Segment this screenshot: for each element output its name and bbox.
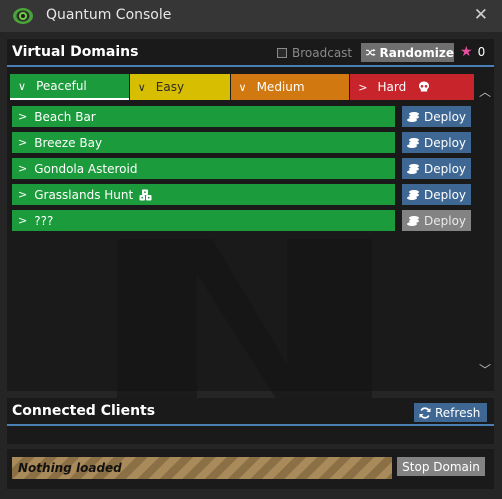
list-item: > Gondola Asteroid Deploy: [12, 158, 474, 179]
domain-name-label: Gondola Asteroid: [34, 161, 138, 176]
list-item: > Grasslands Hunt Deploy: [12, 184, 474, 205]
close-icon[interactable]: ✕: [474, 5, 488, 25]
domain-status-bar: Nothing loaded Stop Domain: [7, 449, 494, 489]
chevron-right-icon: >: [18, 188, 28, 201]
scroll-up-icon[interactable]: ︿: [478, 83, 492, 99]
coins-icon: [407, 137, 419, 148]
coins-icon: [407, 215, 419, 226]
domain-name-label: Beach Bar: [34, 109, 96, 124]
chevron-right-icon: >: [18, 110, 28, 123]
broadcast-label: Broadcast: [292, 46, 353, 60]
chevron-right-icon: >: [358, 80, 368, 94]
chevron-right-icon: >: [18, 136, 28, 149]
dice-icon: [139, 189, 152, 200]
domain-grasslands-hunt[interactable]: > Grasslands Hunt: [12, 184, 395, 205]
deploy-label: Deploy: [424, 213, 467, 228]
virtual-domains-section: Virtual Domains Broadcast Randomize ★ 0 …: [7, 39, 494, 424]
stop-domain-label: Stop Domain: [402, 459, 480, 474]
tab-hard[interactable]: > Hard: [350, 74, 474, 100]
stars-counter: ★ 0: [460, 44, 485, 60]
window-title: Quantum Console: [46, 7, 172, 23]
domain-unknown[interactable]: > ???: [12, 210, 395, 231]
broadcast-checkbox[interactable]: Broadcast: [277, 46, 352, 60]
eye-icon: [13, 8, 33, 24]
domain-name-label: Breeze Bay: [34, 135, 103, 150]
tab-medium-label: Medium: [256, 80, 305, 94]
list-item: > Beach Bar Deploy: [12, 106, 474, 127]
deploy-button[interactable]: Deploy: [402, 184, 471, 205]
deploy-button[interactable]: Deploy: [402, 106, 471, 127]
chevron-right-icon: >: [18, 214, 28, 227]
deploy-button[interactable]: Deploy: [402, 132, 471, 153]
chevron-down-icon: ∨: [238, 80, 247, 94]
chevron-down-icon: ∨: [137, 80, 146, 94]
domain-name-label: Grasslands Hunt: [34, 187, 134, 202]
tab-medium[interactable]: ∨ Medium: [230, 74, 350, 100]
connected-clients-header: Connected Clients Refresh: [7, 398, 494, 426]
domain-list: > Beach Bar Deploy > Breeze Bay Deploy >…: [12, 106, 474, 236]
tab-easy[interactable]: ∨ Easy: [129, 74, 230, 100]
deploy-button[interactable]: Deploy: [402, 158, 471, 179]
domain-breeze-bay[interactable]: > Breeze Bay: [12, 132, 395, 153]
refresh-button[interactable]: Refresh: [414, 403, 487, 422]
checkbox-icon[interactable]: [277, 48, 287, 58]
refresh-icon: [419, 406, 431, 419]
randomize-label: Randomize: [379, 45, 454, 60]
background-logo-watermark: [117, 239, 372, 424]
domain-gondola-asteroid[interactable]: > Gondola Asteroid: [12, 158, 395, 179]
scroll-down-icon[interactable]: ﹀: [478, 361, 492, 377]
skull-icon: [419, 81, 430, 92]
deploy-label: Deploy: [424, 135, 467, 150]
refresh-label: Refresh: [435, 405, 481, 420]
deploy-label: Deploy: [424, 109, 467, 124]
randomize-button[interactable]: Randomize: [361, 43, 454, 62]
chevron-right-icon: >: [18, 162, 28, 175]
virtual-domains-heading: Virtual Domains: [12, 44, 139, 60]
title-bar: Quantum Console ✕: [0, 0, 502, 32]
coins-icon: [407, 189, 419, 200]
list-item: > ??? Deploy: [12, 210, 474, 231]
stars-count: 0: [477, 45, 486, 59]
connected-clients-heading: Connected Clients: [12, 403, 156, 419]
domain-name-label: ???: [34, 213, 54, 228]
tab-hard-label: Hard: [377, 80, 407, 94]
deploy-label: Deploy: [424, 187, 467, 202]
domain-load-progress: Nothing loaded: [12, 457, 392, 479]
stop-domain-button[interactable]: Stop Domain: [397, 457, 485, 476]
loaded-status-text: Nothing loaded: [18, 461, 122, 475]
coins-icon: [407, 111, 419, 122]
difficulty-tabs: ∨ Peaceful ∨ Easy ∨ Medium > Hard: [10, 74, 475, 100]
list-item: > Breeze Bay Deploy: [12, 132, 474, 153]
tab-peaceful[interactable]: ∨ Peaceful: [10, 74, 129, 100]
deploy-label: Deploy: [424, 161, 467, 176]
virtual-domains-header: Virtual Domains Broadcast Randomize ★ 0: [7, 39, 494, 67]
tab-easy-label: Easy: [155, 80, 185, 94]
domain-beach-bar[interactable]: > Beach Bar: [12, 106, 395, 127]
deploy-button[interactable]: Deploy: [402, 210, 471, 231]
star-icon: ★: [460, 44, 473, 60]
tab-peaceful-label: Peaceful: [36, 79, 87, 93]
coins-icon: [407, 163, 419, 174]
connected-clients-section: Connected Clients Refresh: [7, 398, 494, 444]
shuffle-icon: [366, 48, 376, 57]
chevron-down-icon: ∨: [18, 79, 27, 93]
